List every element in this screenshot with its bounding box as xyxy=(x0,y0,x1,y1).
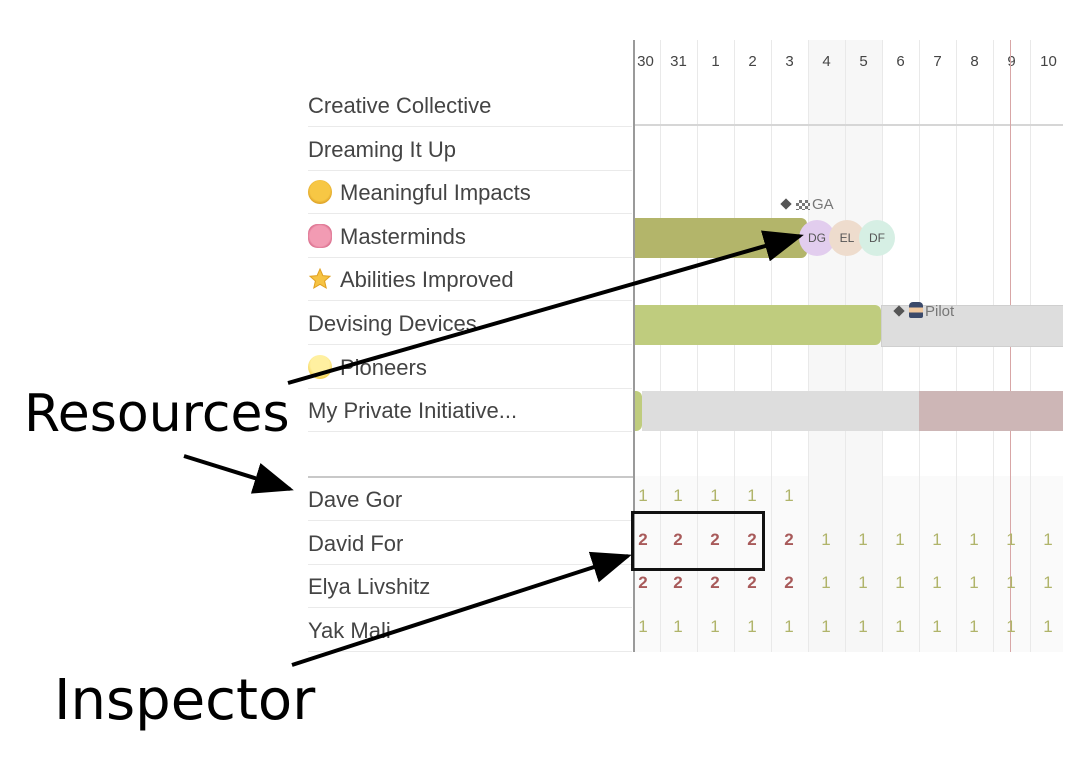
arrow-to-resources xyxy=(183,454,294,494)
arrow-to-avatars xyxy=(287,230,804,385)
arrow-to-inspector xyxy=(291,551,632,667)
annotation-arrows xyxy=(183,230,804,667)
screenshot-stage: 30 31 1 2 3 4 5 6 7 8 9 10 GA DG EL DF Pilot 111112… xyxy=(0,0,1090,758)
